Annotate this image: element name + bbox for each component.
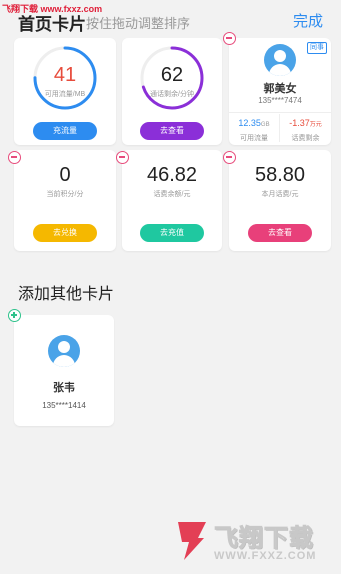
contact-badge: 同事 (307, 42, 327, 54)
contact-name: 郭美女 (263, 83, 297, 95)
remove-contact-card-icon[interactable] (223, 32, 236, 45)
watermark-top: 飞翔下载 www.fxxz.com (2, 4, 103, 14)
add-other-cards-title: 添加其他卡片 (18, 286, 115, 303)
card-other-contact[interactable]: 张韦 135****1414 (14, 315, 114, 426)
view-bill-button[interactable]: 去查看 (248, 224, 312, 242)
remove-balance-card-icon[interactable] (116, 151, 129, 164)
card-call-minutes[interactable]: 62 通话剩余/分钟 去查看 (122, 38, 222, 145)
top-up-button[interactable]: 去充值 (140, 224, 204, 242)
bill-unit: 本月话费/元 (261, 191, 299, 198)
data-unit: 可用流量/MB (44, 91, 86, 98)
call-value: 62 (160, 64, 184, 86)
contact-data-unit: GB (260, 122, 270, 128)
contact-balance-label: 话费剩余 (291, 135, 320, 142)
data-value: 41 (53, 64, 77, 86)
points-unit: 当前积分/分 (46, 191, 84, 198)
drag-hint: 按住拖动调整排序 (86, 16, 191, 31)
remove-points-card-icon[interactable] (8, 151, 21, 164)
contact-phone: 135****7474 (258, 96, 302, 105)
contact-balance-unit: 万元 (309, 122, 322, 128)
contact-data-value: 12.35 (238, 118, 261, 128)
other-contact-phone: 135****1414 (42, 401, 86, 410)
call-unit: 通话剩余/分钟 (150, 91, 194, 98)
watermark-brand: 飞翔下载 (214, 525, 314, 553)
card-points[interactable]: 0 当前积分/分 去兑换 (14, 150, 116, 251)
avatar-icon (48, 335, 80, 367)
contact-data-stat: 12.35GB (229, 118, 279, 128)
contact-balance-value: -1.37 (289, 118, 310, 128)
view-call-button[interactable]: 去查看 (140, 122, 204, 140)
done-button[interactable]: 完成 (293, 10, 323, 31)
remove-bill-card-icon[interactable] (223, 151, 236, 164)
watermark-url: WWW.FXXZ.COM (214, 550, 317, 562)
card-balance[interactable]: 46.82 话费余额/元 去充值 (122, 150, 222, 251)
redeem-points-button[interactable]: 去兑换 (33, 224, 97, 242)
contact-data-label: 可用流量 (240, 135, 268, 142)
bill-value: 58.80 (254, 164, 306, 186)
contact-balance-stat: -1.37万元 (280, 118, 331, 128)
other-contact-name: 张韦 (53, 382, 75, 394)
watermark-mark-icon (178, 522, 206, 560)
balance-value: 46.82 (146, 164, 198, 186)
balance-unit: 话费余额/元 (153, 191, 191, 198)
watermark-logo: 飞翔下载 WWW.FXXZ.COM (174, 514, 334, 566)
avatar-icon (264, 44, 296, 76)
add-card-icon[interactable] (8, 309, 21, 322)
card-bill[interactable]: 58.80 本月话费/元 去查看 (229, 150, 331, 251)
points-value: 0 (59, 164, 71, 186)
card-contact[interactable]: 同事 郭美女 135****7474 12.35GB 可用流量 -1.37万元 … (229, 38, 331, 145)
recharge-data-button[interactable]: 充流量 (33, 122, 97, 140)
card-data-flow[interactable]: 41 可用流量/MB 充流量 (14, 38, 116, 145)
